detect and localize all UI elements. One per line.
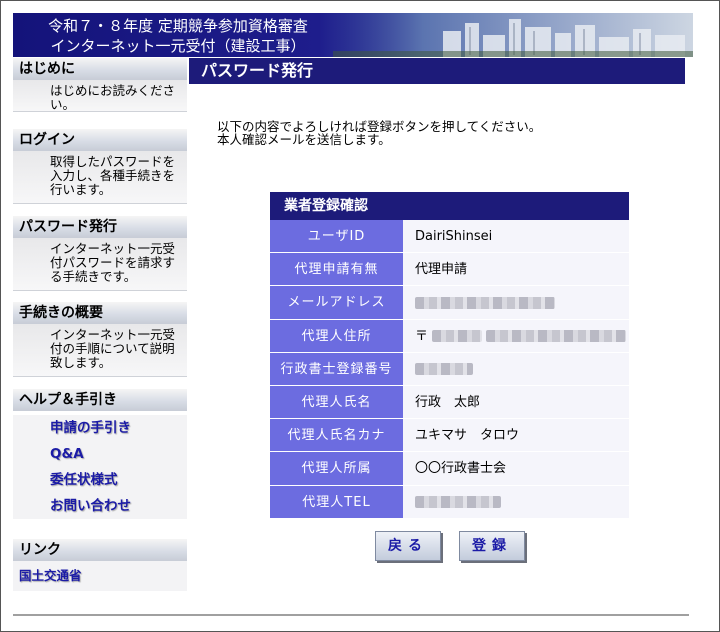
city-skyline-image xyxy=(333,13,693,57)
row-label-user-id: ユーザID xyxy=(270,220,403,253)
table-row: 行政書士登録番号 xyxy=(270,352,629,386)
row-label-email: メールアドレス xyxy=(270,286,403,319)
table-row: 代理人氏名 行政 太郎 xyxy=(270,385,629,420)
confirmation-table: 業者登録確認 ユーザID DairiShinsei 代理申請有無 代理申請 メー… xyxy=(270,192,629,519)
sidebar-section-overview: 手続きの概要 インターネット一元受付の手順について説明致します。 xyxy=(13,302,187,377)
page-title: パスワード発行 xyxy=(189,58,685,84)
header-banner: 令和７・８年度 定期競争参加資格審査 インターネット一元受付（建設工事） xyxy=(13,13,693,57)
redacted-email xyxy=(415,296,555,309)
intro-line2: 本人確認メールを送信します。 xyxy=(217,132,391,147)
sidebar-link-mlit[interactable]: 国土交通省 xyxy=(13,561,187,591)
row-value-email xyxy=(403,286,629,319)
row-label-affiliation: 代理人所属 xyxy=(270,452,403,485)
sidebar-heading-password[interactable]: パスワード発行 xyxy=(13,216,187,238)
sidebar-desc-login: 取得したパスワードを入力し、各種手続きを行います。 xyxy=(13,151,187,204)
sidebar-link-contact[interactable]: お問い合わせ xyxy=(13,493,187,519)
row-value-name-kana: ユキマサ タロウ xyxy=(403,419,629,452)
row-label-tel: 代理人TEL xyxy=(270,485,403,518)
row-label-registration-no: 行政書士登録番号 xyxy=(270,352,403,385)
sidebar-section-login: ログイン 取得したパスワードを入力し、各種手続きを行います。 xyxy=(13,129,187,204)
table-row: ユーザID DairiShinsei xyxy=(270,220,629,254)
table-row: メールアドレス xyxy=(270,286,629,320)
confirmation-table-title: 業者登録確認 xyxy=(270,192,629,220)
sidebar-link-proxy-form[interactable]: 委任状様式 xyxy=(13,467,187,493)
sidebar-desc-intro: はじめにお読みください。 xyxy=(13,80,187,112)
row-value-affiliation: 〇〇行政書士会 xyxy=(403,452,629,485)
row-label-name-kana: 代理人氏名カナ xyxy=(270,419,403,452)
redacted-tel xyxy=(415,496,501,508)
redacted-registration-no xyxy=(415,363,473,376)
row-label-name: 代理人氏名 xyxy=(270,385,403,419)
sidebar-heading-help: ヘルプ＆手引き xyxy=(13,389,187,411)
sidebar-section-links: リンク 国土交通省 xyxy=(13,539,187,591)
row-value-registration-no xyxy=(403,352,629,385)
sidebar-desc-password: インターネット一元受付パスワードを請求する手続きです。 xyxy=(13,238,187,291)
redacted-address xyxy=(486,330,627,343)
header-title-line1: 令和７・８年度 定期競争参加資格審査 xyxy=(48,17,308,35)
redacted-postal xyxy=(432,330,483,343)
sidebar-section-password: パスワード発行 インターネット一元受付パスワードを請求する手続きです。 xyxy=(13,216,187,291)
sidebar-heading-overview[interactable]: 手続きの概要 xyxy=(13,302,187,324)
footer-divider xyxy=(13,614,689,616)
intro-text: 以下の内容でよろしければ登録ボタンを押してください。 本人確認メールを送信します… xyxy=(217,120,541,146)
sidebar-link-guide[interactable]: 申請の手引き xyxy=(13,415,187,441)
register-button[interactable]: 登録 xyxy=(459,531,525,561)
row-value-proxy-flag: 代理申請 xyxy=(403,253,629,286)
table-row: 代理人TEL xyxy=(270,485,629,519)
row-value-user-id: DairiShinsei xyxy=(403,220,629,253)
sidebar-heading-login[interactable]: ログイン xyxy=(13,129,187,151)
sidebar-desc-overview: インターネット一元受付の手順について説明致します。 xyxy=(13,324,187,377)
table-row: 代理人氏名カナ ユキマサ タロウ xyxy=(270,419,629,453)
sidebar-heading-intro[interactable]: はじめに xyxy=(13,58,187,80)
sidebar-heading-links: リンク xyxy=(13,539,187,561)
table-row: 代理人所属 〇〇行政書士会 xyxy=(270,452,629,486)
back-button[interactable]: 戻る xyxy=(375,531,441,561)
row-label-address: 代理人住所 xyxy=(270,319,403,352)
sidebar-section-help: ヘルプ＆手引き 申請の手引き Q&A 委任状様式 お問い合わせ xyxy=(13,389,187,519)
row-value-name: 行政 太郎 xyxy=(403,385,629,419)
sidebar-section-intro: はじめに はじめにお読みください。 xyxy=(13,58,187,112)
sidebar-link-qa[interactable]: Q&A xyxy=(13,441,187,467)
row-value-tel xyxy=(403,485,629,518)
postal-mark: 〒 xyxy=(415,328,429,344)
header-title-line2: インターネット一元受付（建設工事） xyxy=(50,37,306,55)
row-label-proxy-flag: 代理申請有無 xyxy=(270,253,403,286)
table-row: 代理申請有無 代理申請 xyxy=(270,253,629,287)
table-row: 代理人住所 〒 xyxy=(270,319,629,353)
row-value-address: 〒 xyxy=(403,319,629,352)
